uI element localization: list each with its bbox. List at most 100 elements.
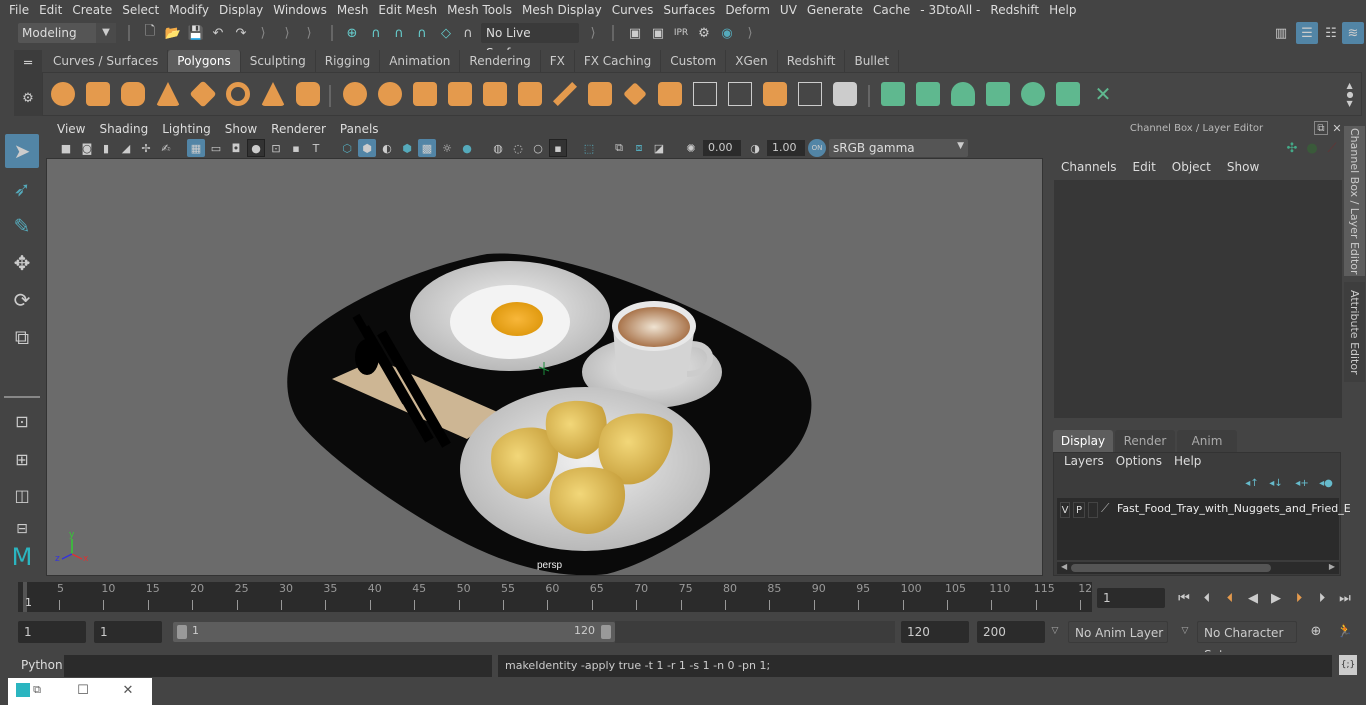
collapse-edge-icon[interactable] [728,82,752,106]
xray-joints-icon[interactable]: ⧈ [630,139,648,157]
bookmark-icon[interactable]: ▮ [97,139,115,157]
default-material-icon[interactable]: ◐ [378,139,396,157]
shelf-tab-custom[interactable]: Custom [661,50,727,72]
viewport-menu-lighting[interactable]: Lighting [155,122,218,136]
uv-editor-icon[interactable] [1056,82,1080,106]
snap-grid-icon[interactable]: ⊕ [343,24,361,42]
viewport-menu-renderer[interactable]: Renderer [264,122,333,136]
channel-box-icon[interactable]: ≋ [1342,22,1364,44]
cylindrical-uv-icon[interactable] [916,82,940,106]
viewport-menu-shading[interactable]: Shading [92,122,155,136]
paint-select-icon[interactable]: ✎ [5,209,39,243]
shelf-tab-rendering[interactable]: Rendering [460,50,541,72]
poly-cone-icon[interactable] [156,82,180,106]
menu-display[interactable]: Display [214,3,268,17]
menu-curves[interactable]: Curves [607,3,659,17]
layer-menu-help[interactable]: Help [1168,454,1207,468]
new-scene-icon[interactable]: 🗋 [141,24,159,42]
snap-curve-icon[interactable]: ∩ [367,24,385,42]
color-management-toggle[interactable]: ON [808,139,826,157]
channel-menu-object[interactable]: Object [1164,160,1219,178]
resolution-gate-icon[interactable]: ◘ [227,139,245,157]
go-to-end-icon[interactable]: ⏭ [1335,588,1355,608]
hypershade-icon[interactable]: ◉ [718,24,736,42]
menu-3dtoall[interactable]: - 3DtoAll - [915,3,985,17]
append-polygon-icon[interactable] [658,82,682,106]
viewport-menu-panels[interactable]: Panels [333,122,386,136]
shelf-tab-animation[interactable]: Animation [380,50,461,72]
bevel-icon[interactable] [588,82,612,106]
go-to-start-icon[interactable]: ⏮ [1174,588,1194,608]
side-tab-attribute-editor[interactable]: Attribute Editor [1344,282,1365,382]
play-backwards-icon[interactable]: ◀ [1243,588,1263,608]
snap-point-icon[interactable]: ∩ [390,24,408,42]
new-layer-selected-icon[interactable]: ◂● [1318,476,1334,490]
menu-modify[interactable]: Modify [164,3,214,17]
step-back-frame-icon[interactable]: ⏴ [1197,588,1217,608]
extrude-icon[interactable] [483,82,507,106]
depth-of-field-icon[interactable]: ▪ [549,139,567,157]
combine-icon[interactable] [343,82,367,106]
channel-box-area[interactable] [1054,180,1342,418]
anim-layer-dropdown[interactable]: No Anim Layer [1068,621,1168,643]
end-time-field[interactable]: 200 [977,621,1045,643]
animation-preferences-icon[interactable]: 🏃 [1334,621,1356,641]
ipr-render-icon[interactable]: IPR [672,24,690,42]
scale-tool-icon[interactable]: ⧉ [5,320,39,354]
image-plane-icon[interactable]: ◢ [117,139,135,157]
anti-aliasing-icon[interactable]: ○ [529,139,547,157]
automatic-uv-icon[interactable] [986,82,1010,106]
color-space-dropdown[interactable]: sRGB gamma ▼ [829,139,968,157]
screen-space-ao-icon[interactable]: ◍ [489,139,507,157]
range-start-handle[interactable] [177,625,187,639]
scroll-right-icon[interactable]: ▶ [1329,562,1335,571]
planar-uv-icon[interactable] [881,82,905,106]
maximize-icon[interactable]: ☐ [74,682,92,698]
range-end-handle[interactable] [601,625,611,639]
playback-end-field[interactable]: 120 [901,621,969,643]
layer-row[interactable]: V P ⟋ Fast_Food_Tray_with_Nuggets_and_Fr… [1057,501,1351,519]
layer-tab-render[interactable]: Render [1115,430,1175,452]
step-forward-frame-icon[interactable]: ⏵ [1312,588,1332,608]
layer-name[interactable]: Fast_Food_Tray_with_Nuggets_and_Fried_E [1117,502,1351,515]
play-forwards-icon[interactable]: ▶ [1266,588,1286,608]
subdivide-icon[interactable] [518,82,542,106]
live-surface-field[interactable]: No Live Surface [481,23,579,60]
menu-cache[interactable]: Cache [868,3,915,17]
snap-live-icon[interactable]: ◇ [437,24,455,42]
layer-color-icon[interactable]: ⟋ [1101,501,1115,519]
menu-mesh-display[interactable]: Mesh Display [517,3,607,17]
collapse-icon[interactable]: ⟩ [588,24,598,42]
safe-action-icon[interactable]: ▪ [287,139,305,157]
layer-visibility-toggle[interactable]: V [1060,502,1070,518]
unfold-uv-icon[interactable] [1021,82,1045,106]
bridge-icon[interactable] [623,82,647,106]
scroll-thumb[interactable] [1071,564,1271,572]
motion-blur-icon[interactable]: ◌ [509,139,527,157]
menu-generate[interactable]: Generate [802,3,868,17]
viewport-menu-show[interactable]: Show [218,122,264,136]
chevron-down-icon[interactable]: ▽ [1178,624,1192,638]
playback-start-field[interactable]: 1 [94,621,162,643]
quad-draw-icon[interactable] [833,82,857,106]
menu-help[interactable]: Help [1044,3,1081,17]
menu-windows[interactable]: Windows [268,3,332,17]
step-forward-key-icon[interactable]: ⏵ [1289,588,1309,608]
layer-menu-layers[interactable]: Layers [1058,454,1110,468]
start-time-field[interactable]: 1 [18,621,86,643]
save-scene-icon[interactable]: 💾 [187,24,205,42]
exposure-field[interactable]: 0.00 [703,140,741,156]
range-slider[interactable]: 1 120 [173,622,615,642]
viewport-persp[interactable]: y x z persp [46,158,1043,576]
move-layer-up-icon[interactable]: ◂↑ [1244,476,1260,490]
textured-icon[interactable]: ▩ [418,139,436,157]
select-tool-icon[interactable]: ➤ [5,134,39,168]
layer-tab-anim[interactable]: Anim [1177,430,1237,452]
camera-attributes-icon[interactable]: ◙ [78,139,96,157]
close-icon[interactable]: ✕ [1330,121,1344,135]
command-input[interactable] [64,655,492,677]
gate-mask-icon[interactable]: ● [247,139,265,157]
auto-key-icon[interactable]: ⊕ [1306,621,1326,641]
scroll-left-icon[interactable]: ◀ [1061,562,1067,571]
redo-icon[interactable]: ↷ [232,24,250,42]
